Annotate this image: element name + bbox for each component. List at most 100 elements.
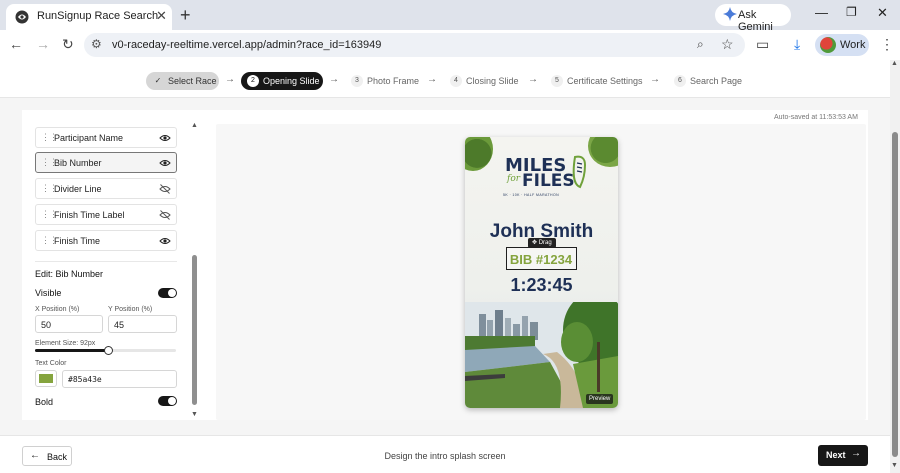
eye-icon[interactable]	[159, 157, 171, 169]
element-label: Finish Time	[54, 236, 101, 246]
more-menu-icon[interactable]: ⋮	[880, 36, 894, 53]
eye-icon[interactable]	[159, 235, 171, 247]
arrow-right-icon: →	[329, 74, 339, 85]
profile-button[interactable]: Work	[815, 34, 869, 56]
close-tab-icon[interactable]: ✕	[156, 8, 167, 24]
new-tab-button[interactable]: +	[180, 3, 191, 27]
bold-label: Bold	[35, 397, 54, 407]
back-arrow-icon[interactable]: ←	[9, 36, 23, 52]
cast-icon[interactable]: ▭	[756, 36, 769, 53]
element-label: Participant Name	[54, 133, 124, 143]
bib-number-text: BIB #1234	[509, 252, 573, 267]
x-position-label: X Position (%)	[35, 306, 80, 313]
scroll-down-icon[interactable]: ▼	[191, 411, 198, 418]
element-size-slider[interactable]	[35, 346, 176, 355]
address-bar[interactable]: ⚙ v0-raceday-reeltime.vercel.app/admin?r…	[84, 33, 745, 57]
bookmark-star-icon[interactable]: ☆	[721, 36, 734, 53]
scroll-up-icon[interactable]: ▲	[191, 122, 198, 129]
y-position-label: Y Position (%)	[108, 306, 153, 313]
step-label: Certificate Settings	[567, 76, 643, 86]
element-label: Divider Line	[54, 184, 102, 194]
zoom-icon[interactable]: ⌕	[697, 37, 704, 52]
step-number: 4	[450, 75, 462, 87]
element-item-finish-time[interactable]: ⋮⋮ Finish Time	[35, 230, 177, 251]
logo-for-text: for	[507, 174, 521, 184]
element-size-label: Element Size: 92px	[35, 340, 96, 347]
scrollbar-thumb[interactable]	[192, 255, 197, 405]
browser-tab-strip: RunSignup Race Search ✕ + Ask Gemini — ❐…	[0, 0, 900, 33]
next-button[interactable]: Next →	[818, 445, 868, 466]
reload-icon[interactable]: ↻	[62, 36, 74, 53]
step-opening-slide[interactable]: 2 Opening Slide	[241, 72, 323, 90]
forward-arrow-icon[interactable]: →	[36, 36, 50, 52]
color-swatch[interactable]	[35, 370, 57, 387]
step-label: Opening Slide	[263, 76, 320, 86]
slider-thumb[interactable]	[104, 346, 114, 355]
arrow-right-icon: →	[650, 74, 660, 85]
river-trail-background-image	[465, 302, 618, 408]
arrow-right-icon: →	[427, 74, 437, 85]
drag-label: Drag	[538, 240, 552, 246]
color-swatch-fill	[39, 374, 53, 383]
step-number: 6	[674, 75, 686, 87]
step-label: Closing Slide	[466, 76, 519, 86]
step-closing-slide[interactable]: 4 Closing Slide	[444, 72, 522, 90]
minimize-icon[interactable]: —	[815, 5, 828, 20]
y-position-input[interactable]: 45	[108, 315, 177, 333]
step-search-page[interactable]: 6 Search Page	[668, 72, 744, 90]
logo-tagline: 5K · 10K · HALF MARATHON	[503, 193, 560, 197]
step-number: 5	[551, 75, 563, 87]
editor-content: ⋮⋮ Participant Name ⋮⋮ Bib Number ⋮⋮ Div…	[22, 110, 868, 420]
logo-files-text: FILES	[522, 171, 575, 191]
check-icon: ✓	[154, 76, 162, 85]
element-settings-panel: ⋮⋮ Participant Name ⋮⋮ Bib Number ⋮⋮ Div…	[22, 120, 187, 412]
step-photo-frame[interactable]: 3 Photo Frame	[345, 72, 421, 90]
visible-toggle[interactable]	[158, 288, 177, 298]
eye-icon[interactable]	[159, 132, 171, 144]
element-label: Bib Number	[54, 158, 102, 168]
next-label: Next	[826, 450, 846, 460]
x-position-input[interactable]: 50	[35, 315, 103, 333]
eye-off-icon[interactable]	[159, 183, 171, 195]
scroll-up-icon[interactable]: ▲	[891, 60, 898, 67]
element-item-divider-line[interactable]: ⋮⋮ Divider Line	[35, 178, 177, 199]
arrow-right-icon: →	[851, 448, 861, 459]
arrow-right-icon: →	[225, 74, 235, 85]
browser-tab[interactable]: RunSignup Race Search ✕	[6, 4, 172, 30]
finish-time-text[interactable]: 1:23:45	[465, 275, 618, 296]
download-icon[interactable]: ⤓	[794, 36, 800, 53]
site-settings-icon[interactable]: ⚙	[91, 37, 102, 51]
step-number: 3	[351, 75, 363, 87]
ask-gemini-button[interactable]: Ask Gemini	[715, 4, 791, 33]
runsignup-favicon-icon	[15, 10, 29, 24]
element-item-finish-time-label[interactable]: ⋮⋮ Finish Time Label	[35, 204, 177, 225]
panel-divider	[35, 261, 177, 262]
text-color-input[interactable]: #85a43e	[62, 370, 177, 388]
edit-element-title: Edit: Bib Number	[35, 269, 104, 279]
scrollbar-thumb[interactable]	[892, 132, 898, 457]
page: ✓ Select Race → 2 Opening Slide → 3 Phot…	[0, 60, 900, 473]
tree-leaves-decoration	[588, 137, 618, 167]
restore-icon[interactable]: ❐	[846, 5, 857, 19]
bold-toggle[interactable]	[158, 396, 177, 406]
step-select-race[interactable]: ✓ Select Race	[146, 72, 219, 90]
element-label: Finish Time Label	[54, 210, 125, 220]
visible-label: Visible	[35, 288, 62, 298]
step-label: Search Page	[690, 76, 743, 86]
url-text[interactable]: v0-raceday-reeltime.vercel.app/admin?rac…	[112, 39, 381, 51]
close-window-icon[interactable]: ✕	[877, 5, 888, 21]
preview-badge: Preview	[586, 394, 614, 404]
eye-off-icon[interactable]	[159, 209, 171, 221]
step-certificate-settings[interactable]: 5 Certificate Settings	[545, 72, 645, 90]
element-item-bib-number[interactable]: ⋮⋮ Bib Number	[35, 152, 177, 173]
page-scrollbar[interactable]: ▲ ▼	[890, 60, 900, 473]
profile-label: Work	[840, 39, 866, 51]
element-item-participant-name[interactable]: ⋮⋮ Participant Name	[35, 127, 177, 148]
autosave-status: Auto-saved at 11:53:53 AM	[774, 114, 858, 121]
tree-leaves-decoration	[465, 137, 493, 171]
bib-number-element[interactable]: BIB #1234	[506, 247, 577, 270]
slide-preview-card: MILES for FILES 5K · 10K · HALF MARATHON…	[465, 137, 618, 408]
scroll-down-icon[interactable]: ▼	[891, 462, 898, 469]
panel-scrollbar[interactable]: ▲ ▼	[190, 122, 200, 418]
step-bar: ✓ Select Race → 2 Opening Slide → 3 Phot…	[0, 60, 890, 98]
